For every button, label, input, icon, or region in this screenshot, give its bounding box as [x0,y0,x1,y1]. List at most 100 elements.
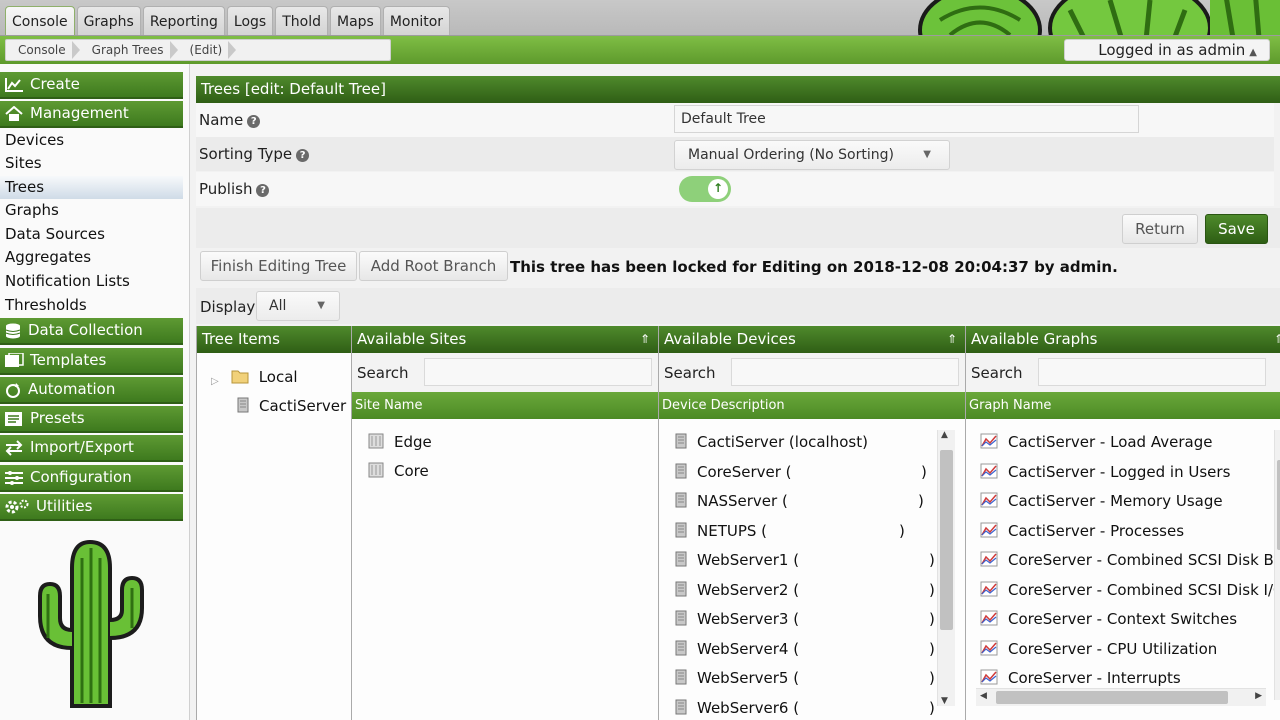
sidebar-configuration[interactable]: Configuration [0,465,183,492]
sidebar-item-thresholds[interactable]: Thresholds [0,294,183,317]
graph-item[interactable]: CoreServer - CPU Utilization [980,637,1217,661]
available-graphs-header: Available Graphs ⇑ [966,326,1280,353]
sidebar-presets[interactable]: Presets [0,406,183,433]
top-navigation-bar: Console Graphs Reporting Logs Thold Maps… [0,0,1280,36]
graph-item[interactable]: CactiServer - Memory Usage [980,489,1223,513]
device-item[interactable]: WebServer6 () [675,696,935,720]
graphs-horizontal-scrollbar[interactable]: ◀ ▶ [976,688,1266,706]
graph-item[interactable]: CactiServer - Logged in Users [980,460,1230,484]
graph-item-label: CactiServer - Processes [1008,521,1185,540]
device-item-label: WebServer3 ( [697,610,800,628]
site-name-column-header[interactable]: Site Name [352,392,658,419]
sidebar-import-export[interactable]: Import/Export [0,435,183,462]
sidebar-automation[interactable]: Automation [0,377,183,404]
scroll-thumb[interactable] [996,691,1228,704]
server-icon [675,610,687,626]
graph-item[interactable]: CoreServer - Context Switches [980,607,1237,631]
sidebar-management[interactable]: Management [0,101,183,128]
graphs-scrollbar[interactable] [1274,430,1280,700]
tree-node-cactiserver[interactable]: CactiServer [237,394,346,418]
finish-editing-tree-button[interactable]: Finish Editing Tree [200,251,357,281]
panel-title: Trees [edit: Default Tree] [196,76,1280,103]
tab-console[interactable]: Console [5,6,75,35]
tab-logs[interactable]: Logs [226,6,274,35]
tab-monitor[interactable]: Monitor [382,6,451,35]
sidebar-templates[interactable]: Templates [0,348,183,375]
collapse-icon[interactable]: ⇑ [1274,326,1280,353]
save-button[interactable]: Save [1205,214,1268,244]
collapse-icon[interactable]: ⇑ [947,326,957,353]
available-devices-title: Available Devices [664,330,796,348]
sidebar-item-sites[interactable]: Sites [0,152,183,175]
expand-arrow-icon[interactable]: ▷ [211,370,219,394]
sidebar-item-trees[interactable]: Trees [0,176,183,199]
display-label: Display [200,298,256,316]
display-value: All [269,298,287,314]
site-item-label: Edge [394,433,432,451]
device-item[interactable]: WebServer3 () [675,607,935,631]
scroll-up-arrow-icon[interactable]: ▲ [941,430,948,440]
breadcrumb-console[interactable]: Console [6,40,80,60]
collapse-icon[interactable]: ⇑ [640,326,650,353]
tree-node-local[interactable]: ▷ Local [211,365,298,389]
graph-item[interactable]: CoreServer - Combined SCSI Disk I/O [980,578,1280,602]
sidebar-item-notification-lists[interactable]: Notification Lists [0,270,183,293]
graph-item[interactable]: CactiServer - Processes [980,519,1184,543]
help-icon[interactable]: ? [247,115,261,128]
server-icon [675,669,687,685]
publish-toggle[interactable]: ↑ [679,176,731,202]
return-button[interactable]: Return [1122,214,1198,244]
scroll-right-arrow-icon[interactable]: ▶ [1255,691,1262,701]
graph-name-column-header[interactable]: Graph Name [966,392,1280,419]
graph-item[interactable]: CoreServer - Combined SCSI Disk Byt [980,548,1280,572]
user-menu-button[interactable]: Logged in as admin ▲ [1064,39,1270,61]
folder-icon [231,370,249,384]
add-root-branch-button[interactable]: Add Root Branch [359,251,508,281]
graph-item[interactable]: CactiServer - Load Average [980,430,1212,454]
tab-reporting[interactable]: Reporting [142,6,225,35]
sidebar-item-devices[interactable]: Devices [0,129,183,152]
help-icon[interactable]: ? [256,184,270,197]
site-item-core[interactable]: Core [368,459,429,483]
device-close-paren: ) [929,698,935,717]
scroll-left-arrow-icon[interactable]: ◀ [980,691,987,701]
sorting-label-wrap: Sorting Type? [199,145,310,163]
breadcrumb-graph-trees[interactable]: Graph Trees [80,40,178,60]
device-item[interactable]: WebServer1 () [675,548,935,572]
scroll-thumb[interactable] [940,450,953,630]
tree-name-input[interactable] [674,105,1139,133]
device-item[interactable]: NASServer () [675,489,933,513]
sites-search-input[interactable] [424,358,652,386]
devices-search-input[interactable] [731,358,959,386]
sidebar-item-graphs[interactable]: Graphs [0,199,183,222]
sorting-type-select[interactable]: Manual Ordering (No Sorting) ▼ [674,140,950,170]
sidebar-utilities[interactable]: Utilities [0,494,183,521]
graph-icon [980,581,998,596]
graphs-search-input[interactable] [1038,358,1266,386]
help-icon[interactable]: ? [296,149,310,162]
site-item-edge[interactable]: Edge [368,430,432,454]
device-item[interactable]: WebServer4 () [675,637,935,661]
device-close-paren: ) [899,521,905,540]
sidebar-item-aggregates[interactable]: Aggregates [0,246,183,269]
sidebar-data-collection[interactable]: Data Collection [0,318,183,345]
tab-thold[interactable]: Thold [275,6,328,35]
server-icon [237,397,249,413]
sidebar-utilities-label: Utilities [36,497,93,515]
graph-item[interactable]: CoreServer - Interrupts [980,666,1181,690]
tab-maps[interactable]: Maps [329,6,381,35]
tab-graphs[interactable]: Graphs [76,6,141,35]
device-item[interactable]: WebServer5 () [675,666,935,690]
breadcrumb-edit: (Edit) [178,40,237,60]
scroll-down-arrow-icon[interactable]: ▼ [941,696,948,706]
sites-search-row: Search [352,353,658,392]
device-item[interactable]: CactiServer (localhost) [675,430,933,454]
device-item[interactable]: CoreServer () [675,460,933,484]
device-item[interactable]: NETUPS () [675,519,933,543]
sidebar-item-data-sources[interactable]: Data Sources [0,223,183,246]
display-select[interactable]: All ▼ [256,291,340,321]
device-item[interactable]: WebServer2 () [675,578,935,602]
devices-scrollbar[interactable]: ▲ ▼ [937,430,955,706]
device-description-column-header[interactable]: Device Description [659,392,965,419]
sidebar-create[interactable]: Create [0,72,183,99]
